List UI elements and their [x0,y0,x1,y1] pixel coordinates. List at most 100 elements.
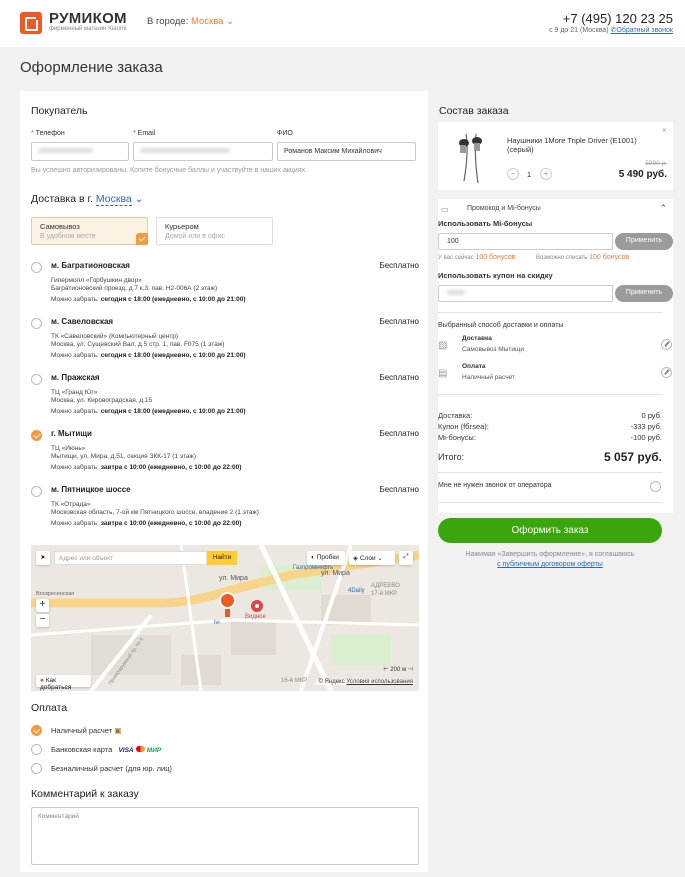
map-canvas[interactable]: ул. Мира ул. Мира Газпромнефть ivi Видно… [31,545,419,691]
city-selector[interactable]: В городе: Москва ⌄ [147,16,234,27]
mir-icon: МИР [146,747,162,754]
chevron-down-icon: ⌄ [131,193,144,205]
pickup-radio[interactable] [31,430,42,441]
payment-radio-cashless[interactable] [31,763,42,774]
payment-cash[interactable]: Наличный расчет ▣ [51,726,121,735]
phone-field[interactable] [31,142,129,161]
old-price: 5990 р. [645,160,667,167]
name-field[interactable]: Романов Максим Михайлович [277,142,416,161]
offer-link[interactable]: с публичным договором оферты [497,561,603,568]
qty-value[interactable]: 1 [527,170,531,179]
site-header: РУМИКОМ фирменный магазин Xiaomi В город… [0,0,685,47]
order-summary: Состав заказа Наушники 1More Triple Driv… [428,91,685,581]
map-search-input[interactable]: Адрес или объект [54,551,207,565]
coupon-input[interactable] [438,285,613,302]
qty-plus-button[interactable]: + [540,168,552,180]
map-find-button[interactable]: Найти [207,551,237,565]
map-label: 4Daily [348,588,365,594]
remove-icon[interactable]: × [662,125,667,135]
no-call-label: Мне не нужен звонок от оператора [438,482,552,489]
terms-link[interactable]: Условия использования [346,679,413,685]
buyer-title: Покупатель [31,105,88,117]
comment-title: Комментарий к заказу [31,788,139,800]
fullscreen-icon[interactable]: ⤢ [399,551,413,565]
zoom-in-button[interactable]: + [36,599,49,612]
item-price: 5 490 руб. [618,169,667,180]
divider [438,472,662,473]
hours-text: с 9 до 21 (Москва) [549,27,609,34]
pickup-info: г. Мытищи ТЦ «Июнь» Мытищи, ул. Мира, д.5… [51,429,242,471]
edit-delivery-icon[interactable] [661,339,672,350]
payment-radio-cash[interactable] [31,725,42,736]
payment-cashless[interactable]: Безналичный расчет (для юр. лиц) [51,764,172,773]
traffic-button[interactable]: ◐ Пробки [307,551,345,565]
headphones-image [459,133,482,184]
name-label: ФИО [277,130,293,137]
zoom-out-button[interactable]: − [36,614,49,627]
page-title: Оформление заказа [20,59,163,76]
apply-coupon-button[interactable]: Применить [615,285,673,302]
delivery-title: Доставка в г. Москва ⌄ [31,193,144,206]
sum-delivery: Доставка: 0 руб. [438,411,662,420]
tab-pickup[interactable]: Самовывоз В удобном месте [31,217,148,245]
pickup-price: Бесплатно [379,373,419,382]
city-value[interactable]: Москва [191,16,223,27]
use-bonus-label: Использовать Mi-бонусы [438,219,533,228]
pickup-map[interactable]: ул. Мира ул. Мира Газпромнефть ivi Видно… [31,545,419,691]
comment-textarea[interactable]: Комментарий [31,807,419,865]
pickup-radio[interactable] [31,318,42,329]
checkout-form: Покупатель * Телефон * Email ФИО Романов… [20,91,428,872]
delivery-city-link[interactable]: Москва [95,193,132,206]
pickup-radio[interactable] [31,374,42,385]
locate-icon[interactable]: ➤ [36,551,50,565]
brand-name[interactable]: РУМИКОМ [49,10,127,27]
logo-icon[interactable] [20,12,42,34]
ruler-icon: ⊢ [383,667,389,673]
qty-minus-button[interactable]: − [507,168,519,180]
tab-pickup-title: Самовывоз [40,222,80,231]
brand-subtitle: фирменный магазин Xiaomi [49,26,127,32]
pickup-radio[interactable] [31,262,42,273]
email-field[interactable] [133,142,273,161]
pickup-radio[interactable] [31,486,42,497]
route-button[interactable]: ● Как добраться [36,675,91,691]
total-label: Итого: [438,452,465,462]
no-call-checkbox[interactable] [650,481,661,492]
store-marker-icon[interactable] [219,592,236,609]
pickup-price: Бесплатно [379,485,419,494]
delivery-method-label: Доставка [462,335,492,342]
payment-radio-card[interactable] [31,744,42,755]
coupon-label: Использовать купон на скидку [438,271,553,280]
bonus-input[interactable]: 100 [438,233,613,250]
phone-number[interactable]: +7 (495) 120 23 25 [563,11,673,26]
map-label: ул. Мира [321,570,350,577]
total-value: 5 057 руб. [604,450,662,464]
pickup-info: м. Пражская ТЦ «Гранд Юг» Москва, ул. Кир… [51,373,246,415]
divider [438,312,662,313]
apply-bonus-button[interactable]: Применить [615,233,673,250]
box-icon: ▨ [438,340,448,351]
tab-courier[interactable]: Курьером Домой или в офис [156,217,273,245]
sum-bonus: Mi-бонусы: -100 руб. [438,433,662,442]
edit-payment-icon[interactable] [661,367,672,378]
payment-card[interactable]: Банковская карта VISA МИР [51,745,161,754]
pickup-info: м. Багратионовская Гипермолл «Горбушкин … [51,261,246,303]
map-copyright: © Яндекс Условия использования [316,679,415,685]
map-label: Воскресенская [36,591,74,597]
phone-label: * Телефон [31,130,65,137]
cart-item: Наушники 1More Triple Driver (E1001) (се… [438,122,673,190]
mastercard-icon [135,746,145,752]
layers-icon: ◈ [353,555,358,562]
wallet-icon: ▤ [438,368,448,379]
tab-courier-title: Курьером [165,222,199,231]
product-name[interactable]: Наушники 1More Triple Driver (E1001) (се… [507,136,637,154]
callback-link[interactable]: Обратный звонок [616,27,673,34]
promo-title[interactable]: Промокод и Mi-бонусы [467,205,541,212]
email-label: * Email [133,130,156,137]
map-label: 16-й МКР. [281,677,308,684]
chevron-up-icon[interactable]: ⌃ [659,203,667,214]
city-label: В городе: [147,16,189,27]
layers-button[interactable]: ◈ Слои ⌄ [349,551,395,565]
pickup-price: Бесплатно [379,261,419,270]
submit-order-button[interactable]: Оформить заказ [438,518,662,543]
